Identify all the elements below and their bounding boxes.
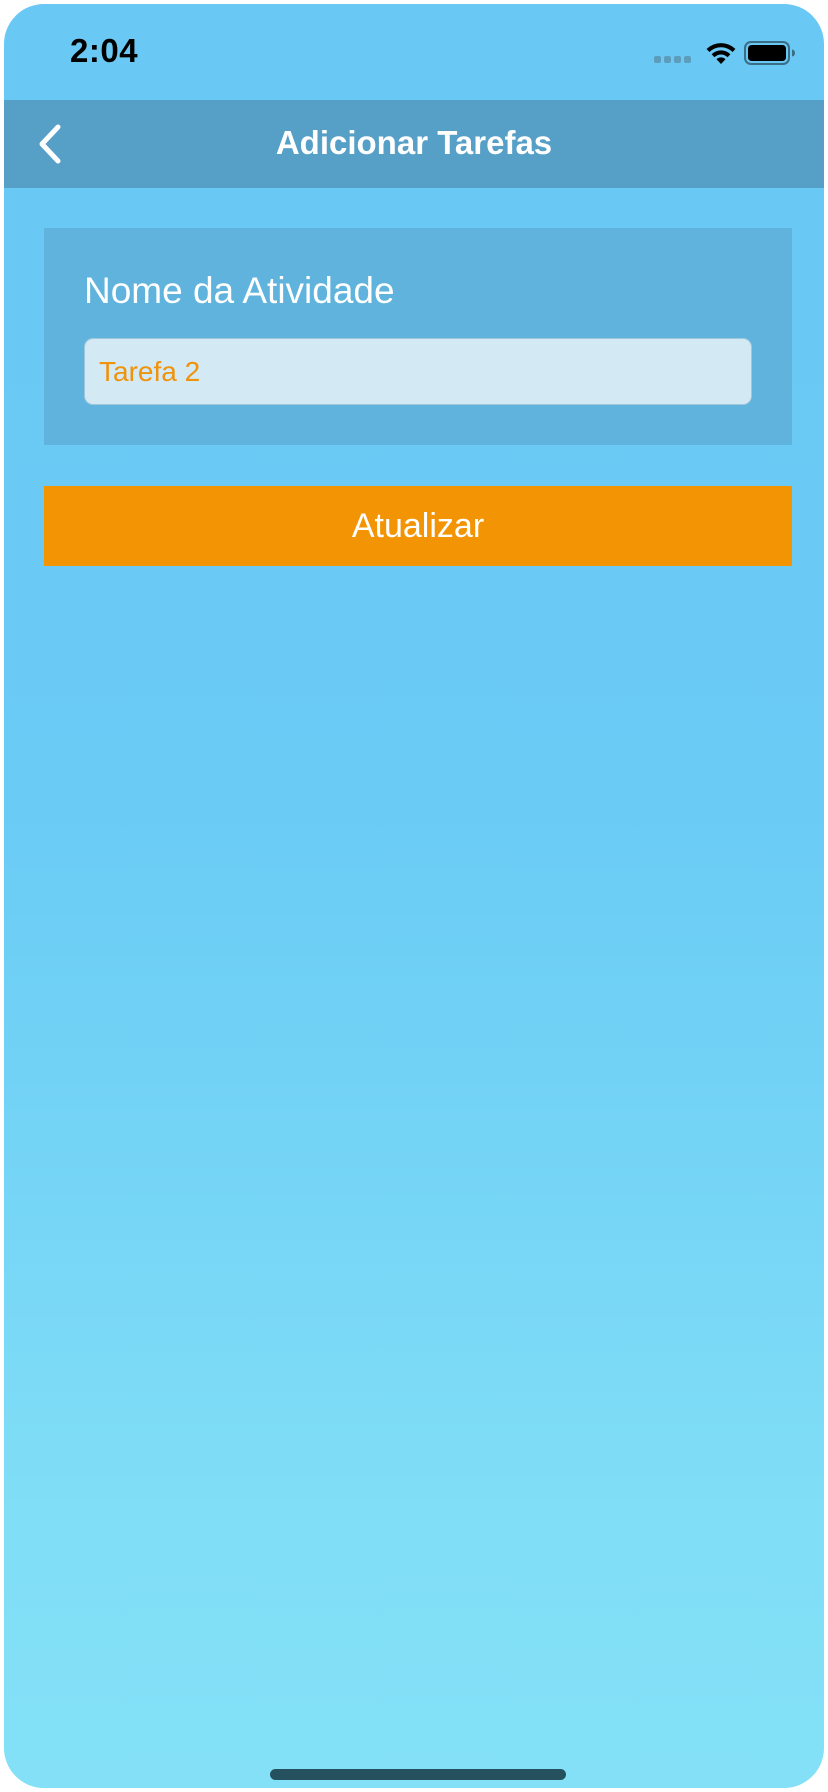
cellular-signal-icon <box>654 56 691 63</box>
navigation-bar: Adicionar Tarefas <box>4 100 824 188</box>
activity-form-card: Nome da Atividade <box>44 228 792 445</box>
status-bar: 2:04 <box>4 4 824 100</box>
wifi-icon <box>706 43 736 64</box>
update-button[interactable]: Atualizar <box>44 486 792 566</box>
app-screen: 2:04 Adicionar Tarefas Nome da Atividade… <box>0 0 828 1792</box>
home-indicator[interactable] <box>270 1769 566 1780</box>
battery-icon <box>744 41 795 65</box>
activity-name-input[interactable] <box>84 338 752 405</box>
page-title: Adicionar Tarefas <box>275 124 553 161</box>
activity-name-label: Nome da Atividade <box>84 270 395 311</box>
status-time: 2:04 <box>70 32 139 69</box>
